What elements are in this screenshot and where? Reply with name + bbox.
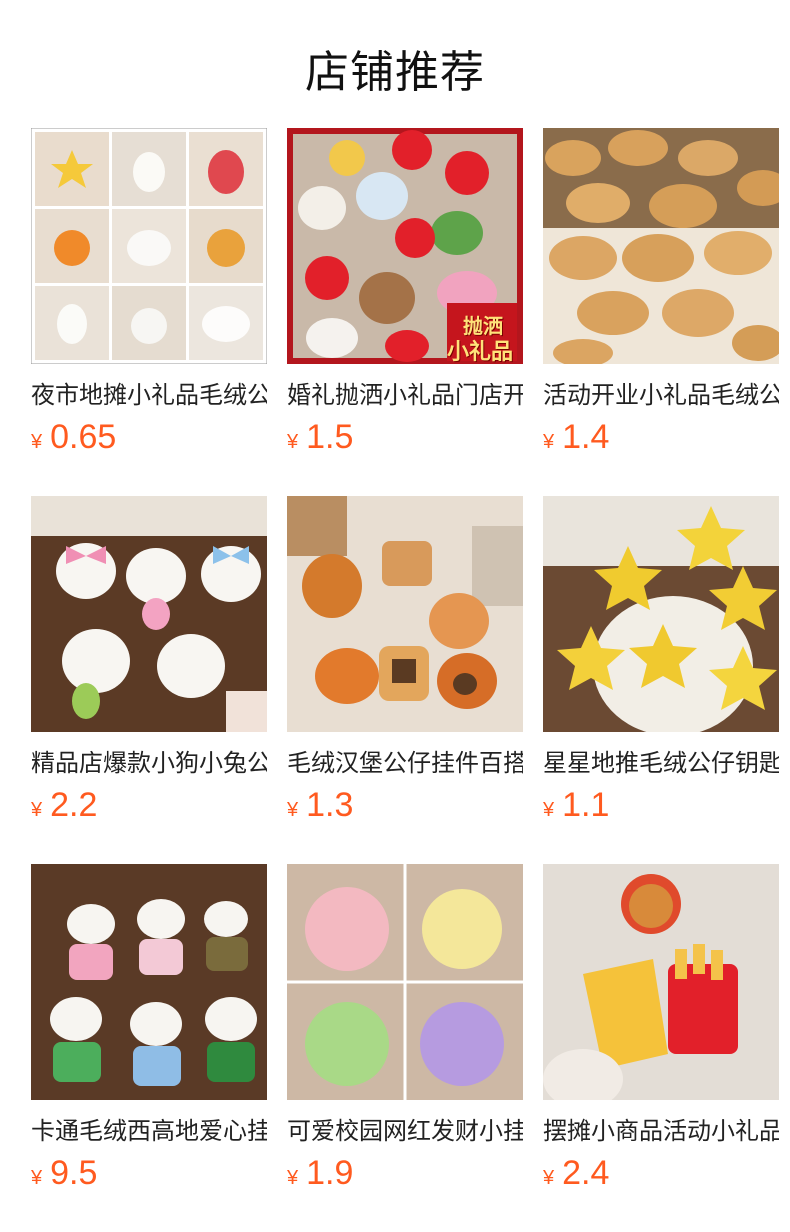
page-title: 店铺推荐 [305, 47, 485, 98]
price-value: 2.4 [562, 1154, 610, 1192]
price-value: 1.1 [562, 786, 610, 824]
price-value: 1.4 [562, 418, 610, 456]
product-title[interactable]: 摆摊小商品活动小礼品 [543, 1116, 779, 1146]
burger-plush-image [287, 496, 523, 732]
product-title[interactable]: 精品店爆款小狗小兔公仔挂件 [31, 748, 267, 778]
product-title[interactable]: 毛绒汉堡公仔挂件百搭 [287, 748, 523, 778]
plush-collage-image [31, 128, 267, 364]
currency-symbol: ¥ [543, 799, 555, 821]
product-image[interactable] [543, 864, 779, 1100]
product-card[interactable]: 活动开业小礼品毛绒公仔 ¥1.4 [543, 128, 779, 496]
product-price: ¥0.65 [31, 418, 116, 457]
currency-symbol: ¥ [31, 1167, 43, 1189]
product-image[interactable] [543, 128, 779, 364]
currency-symbol: ¥ [543, 1167, 555, 1189]
product-price: ¥1.5 [287, 418, 353, 457]
product-price: ¥2.2 [31, 786, 97, 825]
product-title[interactable]: 星星地推毛绒公仔钥匙扣 [543, 748, 779, 778]
product-title[interactable]: 卡通毛绒西高地爱心挂件 [31, 1116, 267, 1146]
product-image[interactable] [287, 864, 523, 1100]
star-plush-image [543, 496, 779, 732]
product-title[interactable]: 夜市地摊小礼品毛绒公仔挂件 [31, 380, 267, 410]
currency-symbol: ¥ [287, 799, 299, 821]
banner-text-line2: 小礼品 [447, 340, 514, 364]
product-price: ¥1.1 [543, 786, 609, 825]
product-image[interactable] [31, 128, 267, 364]
price-value: 9.5 [50, 1154, 98, 1192]
westie-plush-image [31, 864, 267, 1100]
price-value: 2.2 [50, 786, 98, 824]
currency-symbol: ¥ [287, 431, 299, 453]
price-value: 1.9 [306, 1154, 354, 1192]
product-card[interactable]: 夜市地摊小礼品毛绒公仔挂件 ¥0.65 [31, 128, 267, 496]
currency-symbol: ¥ [31, 799, 43, 821]
bunny-plush-image [31, 496, 267, 732]
product-image[interactable] [287, 496, 523, 732]
product-price: ¥1.9 [287, 1154, 353, 1193]
product-title[interactable]: 婚礼抛洒小礼品门店开业 [287, 380, 523, 410]
product-card[interactable]: 卡通毛绒西高地爱心挂件 ¥9.5 [31, 864, 267, 1232]
currency-symbol: ¥ [31, 431, 43, 453]
price-value: 1.3 [306, 786, 354, 824]
product-image[interactable] [31, 864, 267, 1100]
product-card[interactable]: 摆摊小商品活动小礼品 ¥2.4 [543, 864, 779, 1232]
bread-plush-image [543, 128, 779, 364]
product-title[interactable]: 活动开业小礼品毛绒公仔 [543, 380, 779, 410]
product-card[interactable]: 可爱校园网红发财小挂件 ¥1.9 [287, 864, 523, 1232]
product-price: ¥2.4 [543, 1154, 609, 1193]
product-card[interactable]: 星星地推毛绒公仔钥匙扣 ¥1.1 [543, 496, 779, 864]
product-title[interactable]: 可爱校园网红发财小挂件 [287, 1116, 523, 1146]
product-card[interactable]: 精品店爆款小狗小兔公仔挂件 ¥2.2 [31, 496, 267, 864]
product-card[interactable]: 抛洒 小礼品 婚礼抛洒小礼品门店开业 ¥1.5 [287, 128, 523, 496]
product-card[interactable]: 毛绒汉堡公仔挂件百搭 ¥1.3 [287, 496, 523, 864]
currency-symbol: ¥ [543, 431, 555, 453]
product-grid: 夜市地摊小礼品毛绒公仔挂件 ¥0.65 [31, 128, 779, 1232]
fries-plush-image [543, 864, 779, 1100]
price-value: 1.5 [306, 418, 354, 456]
product-price: ¥1.4 [543, 418, 609, 457]
flower-keychain-image [287, 864, 523, 1100]
currency-symbol: ¥ [287, 1167, 299, 1189]
product-price: ¥9.5 [31, 1154, 97, 1193]
product-price: ¥1.3 [287, 786, 353, 825]
product-image[interactable] [543, 496, 779, 732]
product-image[interactable]: 抛洒 小礼品 [287, 128, 523, 364]
price-value: 0.65 [50, 418, 117, 456]
product-image[interactable] [31, 496, 267, 732]
